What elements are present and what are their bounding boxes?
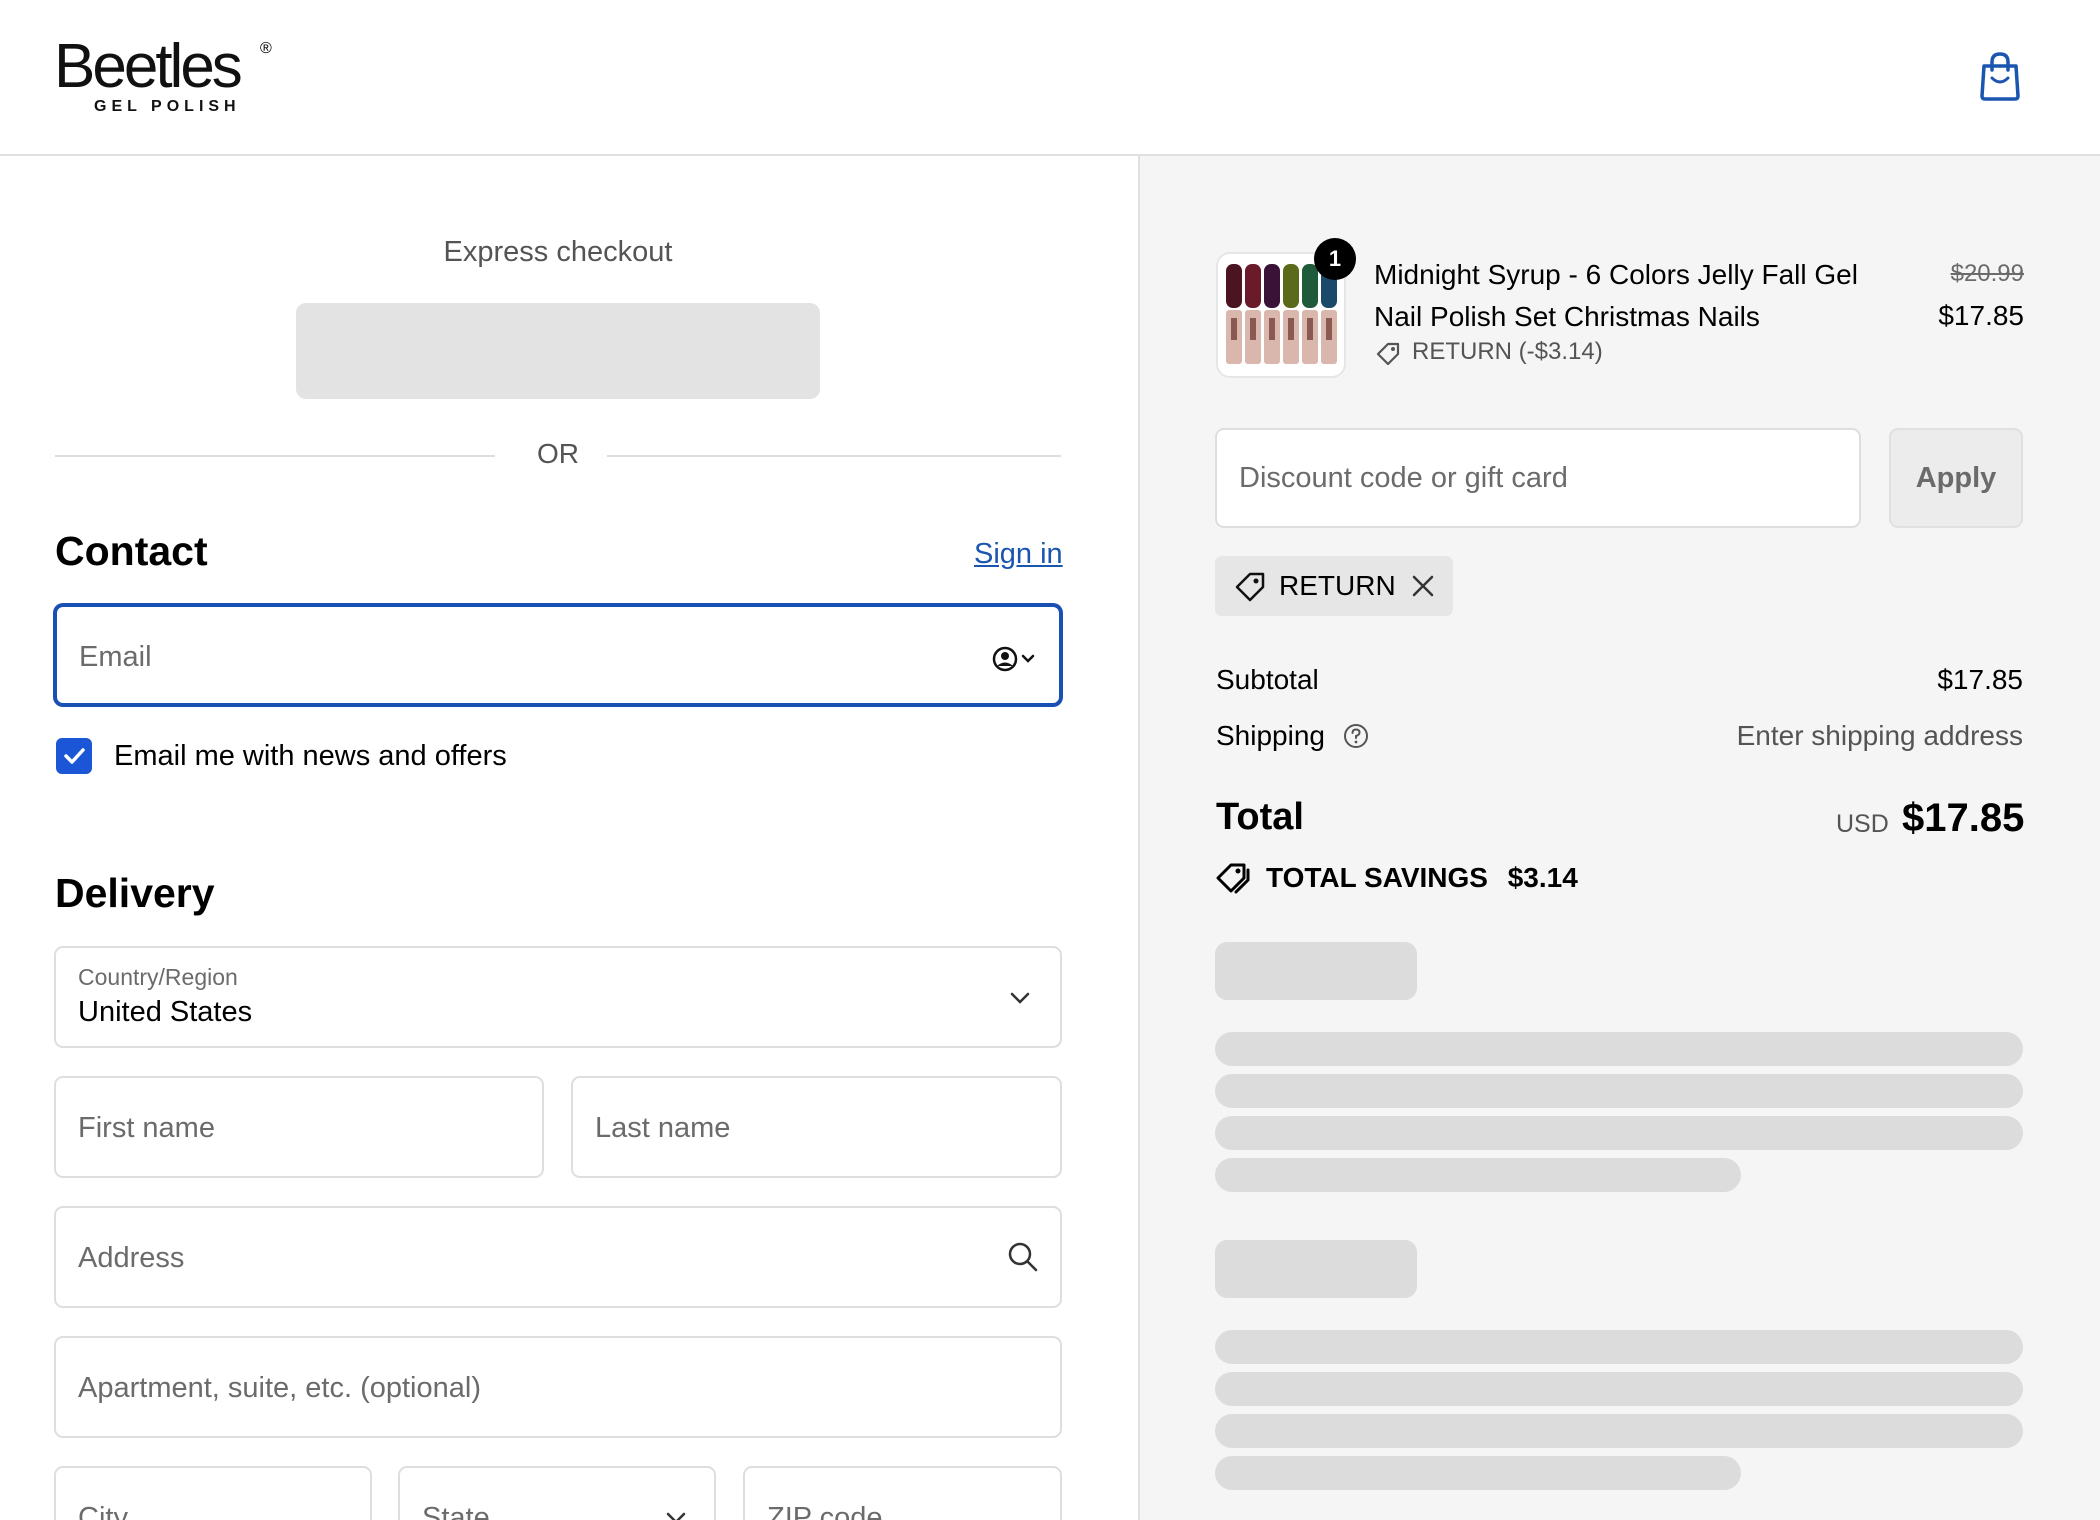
brand-logo[interactable]: Beetles ® GEL POLISH bbox=[54, 32, 272, 115]
polish-label bbox=[1288, 318, 1294, 340]
express-checkout-title: Express checkout bbox=[443, 236, 673, 268]
product-title: Midnight Syrup - 6 Colors Jelly Fall Gel… bbox=[1374, 259, 1858, 332]
subtotal-value: $17.85 bbox=[1937, 664, 2023, 695]
skeleton-line bbox=[1215, 1372, 2023, 1406]
polish-label bbox=[1231, 318, 1237, 340]
skeleton-line bbox=[1215, 1116, 2023, 1150]
polish-label bbox=[1250, 318, 1256, 340]
total-value: $17.85 bbox=[1902, 796, 2025, 840]
last-name-placeholder: Last name bbox=[595, 1112, 731, 1144]
cart-button[interactable] bbox=[1976, 50, 2024, 102]
delivery-title: Delivery bbox=[55, 870, 215, 916]
total-savings-value: $3.14 bbox=[1507, 862, 1578, 893]
first-name-field[interactable]: First name bbox=[54, 1076, 544, 1178]
brand-wordmark: Beetles bbox=[54, 32, 243, 101]
help-icon[interactable] bbox=[1343, 723, 1369, 749]
chevron-down-icon bbox=[666, 1512, 686, 1520]
checkout-header: Beetles ® GEL POLISH bbox=[0, 0, 2100, 156]
applied-code-label: RETURN bbox=[1279, 570, 1396, 601]
state-placeholder: State bbox=[422, 1502, 490, 1520]
state-select[interactable]: State bbox=[398, 1466, 716, 1520]
country-value: United States bbox=[78, 996, 253, 1028]
skeleton-line bbox=[1215, 1330, 2023, 1364]
tag-icon bbox=[1235, 572, 1265, 602]
close-icon[interactable] bbox=[1409, 572, 1437, 600]
polish-cap bbox=[1302, 264, 1318, 308]
first-name-placeholder: First name bbox=[78, 1112, 215, 1144]
polish-label bbox=[1269, 318, 1275, 340]
item-price: $17.85 bbox=[1938, 300, 2024, 331]
apartment-placeholder: Apartment, suite, etc. (optional) bbox=[78, 1372, 481, 1404]
express-checkout-button[interactable] bbox=[296, 303, 820, 399]
savings-tag-icon bbox=[1216, 863, 1250, 894]
polish-label bbox=[1326, 318, 1332, 340]
original-price: $20.99 bbox=[1950, 260, 2024, 287]
country-select[interactable]: Country/Region United States bbox=[54, 946, 1062, 1048]
total-savings: TOTAL SAVINGS $3.14 bbox=[1266, 862, 1578, 894]
brand-subtitle: GEL POLISH bbox=[94, 98, 241, 115]
total-currency: USD bbox=[1836, 810, 1889, 838]
shopping-bag-icon bbox=[1980, 52, 2020, 101]
email-field[interactable]: Email bbox=[54, 604, 1062, 706]
or-divider: OR bbox=[55, 438, 1061, 474]
skeleton-line bbox=[1215, 1158, 1741, 1192]
contact-title: Contact bbox=[55, 528, 208, 574]
polish-cap bbox=[1226, 264, 1242, 308]
polish-cap bbox=[1245, 264, 1261, 308]
checkmark-icon bbox=[64, 748, 85, 764]
skeleton-line bbox=[1215, 1414, 2023, 1448]
zip-placeholder: ZIP code bbox=[767, 1502, 883, 1520]
address-field[interactable]: Address bbox=[54, 1206, 1062, 1308]
newsletter-checkbox[interactable] bbox=[56, 738, 92, 774]
polish-cap bbox=[1264, 264, 1280, 308]
newsletter-label[interactable]: Email me with news and offers bbox=[114, 740, 507, 773]
search-icon bbox=[1008, 1242, 1038, 1272]
subtotal-label: Subtotal bbox=[1216, 664, 1319, 695]
apply-discount-button[interactable]: Apply bbox=[1889, 428, 2023, 528]
shipping-label: Shipping bbox=[1216, 720, 1369, 752]
discount-code-input[interactable]: Discount code or gift card bbox=[1215, 428, 1861, 528]
polish-label bbox=[1307, 318, 1313, 340]
skeleton-line bbox=[1215, 1456, 1741, 1490]
total-label: Total bbox=[1216, 796, 1304, 838]
address-placeholder: Address bbox=[78, 1242, 185, 1274]
skeleton-heading bbox=[1215, 1240, 1417, 1298]
discount-code-placeholder: Discount code or gift card bbox=[1239, 462, 1568, 494]
skeleton-line bbox=[1215, 1032, 2023, 1066]
account-autofill-icon[interactable] bbox=[991, 645, 1039, 673]
last-name-field[interactable]: Last name bbox=[571, 1076, 1062, 1178]
applied-discount-chip: RETURN bbox=[1215, 556, 1453, 616]
tag-icon bbox=[1376, 342, 1400, 366]
divider-line-right bbox=[607, 455, 1061, 457]
email-placeholder: Email bbox=[79, 641, 152, 673]
product-discount-text: RETURN (-$3.14) bbox=[1412, 338, 1603, 365]
chevron-down-icon bbox=[1010, 992, 1030, 1004]
skeleton-heading bbox=[1215, 942, 1417, 1000]
zip-field[interactable]: ZIP code bbox=[743, 1466, 1062, 1520]
apartment-field[interactable]: Apartment, suite, etc. (optional) bbox=[54, 1336, 1062, 1438]
total-savings-label: TOTAL SAVINGS bbox=[1266, 862, 1488, 893]
city-field[interactable]: City bbox=[54, 1466, 372, 1520]
registered-mark: ® bbox=[260, 40, 272, 57]
shipping-value: Enter shipping address bbox=[1736, 720, 2023, 751]
country-label: Country/Region bbox=[78, 964, 238, 990]
skeleton-line bbox=[1215, 1074, 2023, 1108]
quantity-badge: 1 bbox=[1314, 238, 1356, 280]
or-text: OR bbox=[537, 438, 579, 469]
sign-in-link[interactable]: Sign in bbox=[974, 538, 1063, 571]
city-placeholder: City bbox=[78, 1502, 128, 1520]
polish-cap bbox=[1283, 264, 1299, 308]
shipping-label-text: Shipping bbox=[1216, 720, 1325, 751]
